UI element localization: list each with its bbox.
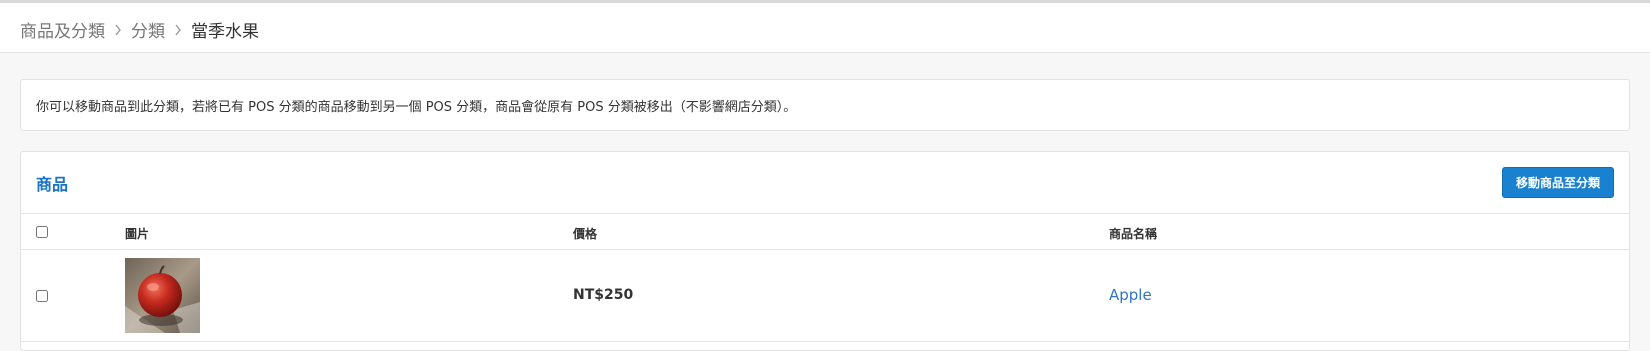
- apple-photo-icon: [125, 258, 200, 333]
- table-row: NT$250 Apple: [21, 250, 1629, 342]
- breadcrumb-item-products-categories[interactable]: 商品及分類: [20, 17, 105, 42]
- products-panel: 商品 移動商品至分類 圖片 價格 商品名稱 NT$250 Apple: [20, 151, 1630, 351]
- chevron-right-icon: [114, 24, 122, 36]
- chevron-right-icon: [174, 24, 182, 36]
- column-header-image: 圖片: [125, 227, 150, 241]
- panel-title: 商品: [36, 174, 69, 194]
- select-all-checkbox[interactable]: [36, 226, 48, 238]
- row-select-checkbox[interactable]: [36, 290, 48, 302]
- panel-header: 商品 移動商品至分類: [21, 152, 1629, 214]
- product-thumbnail[interactable]: [125, 258, 200, 333]
- notice-text: 你可以移動商品到此分類，若將已有 POS 分類的商品移動到另一個 POS 分類，…: [36, 99, 797, 115]
- breadcrumb-current: 當季水果: [191, 22, 259, 42]
- product-name-link[interactable]: Apple: [1109, 286, 1152, 304]
- move-products-to-category-button[interactable]: 移動商品至分類: [1501, 167, 1614, 198]
- info-notice: 你可以移動商品到此分類，若將已有 POS 分類的商品移動到另一個 POS 分類，…: [20, 79, 1630, 131]
- top-bar: 商品及分類 分類 當季水果: [0, 0, 1650, 53]
- product-price: NT$250: [573, 287, 634, 303]
- column-header-price: 價格: [573, 227, 598, 241]
- column-header-name: 商品名稱: [1109, 227, 1158, 241]
- breadcrumb: 商品及分類 分類 當季水果: [20, 17, 259, 42]
- table-header: 圖片 價格 商品名稱: [21, 214, 1629, 250]
- breadcrumb-item-categories[interactable]: 分類: [131, 17, 165, 42]
